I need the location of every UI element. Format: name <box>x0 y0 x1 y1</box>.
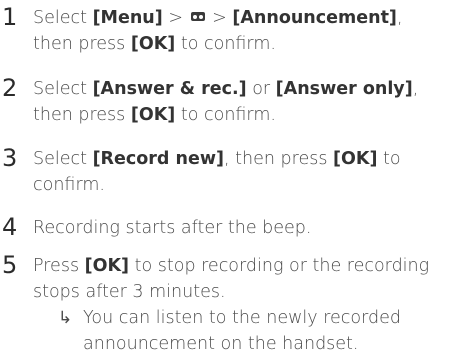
step-number: 3 <box>2 144 18 172</box>
step-text-segment: to confirm. <box>175 34 276 54</box>
step-text-segment: , then press <box>224 149 334 169</box>
separator: > <box>162 8 189 28</box>
announcement-keyword: [Announcement] <box>232 8 397 28</box>
ok-keyword: [OK] <box>84 256 130 276</box>
step-text-segment: Select <box>33 8 93 28</box>
ok-keyword: [OK] <box>130 34 176 54</box>
step-text-segment: to confirm. <box>175 105 276 125</box>
separator: > <box>206 8 233 28</box>
step-text: Press [OK] to stop recording or the reco… <box>33 253 447 305</box>
step-text: Recording starts after the beep. <box>33 218 312 238</box>
step-number: 5 <box>2 251 18 279</box>
record-new-keyword: [Record new] <box>92 149 225 169</box>
answer-rec-keyword: [Answer & rec.] <box>92 79 247 99</box>
step-text-segment: Press <box>33 256 85 276</box>
menu-keyword: [Menu] <box>92 8 163 28</box>
result-text: You can listen to the newly recorded ann… <box>83 308 401 354</box>
step-text-segment: Select <box>33 79 93 99</box>
step-text-segment: or <box>246 79 276 99</box>
ok-keyword: [OK] <box>130 105 176 125</box>
result-arrow-icon: ↳ <box>58 308 73 328</box>
step-text: Select [Answer & rec.] or [Answer only],… <box>33 76 447 128</box>
step-text-segment: Select <box>33 149 93 169</box>
ok-keyword: [OK] <box>333 149 378 169</box>
step-number: 4 <box>2 213 18 241</box>
step-text: Select [Record new], then press [OK] to … <box>33 146 447 198</box>
step-number: 2 <box>2 74 18 102</box>
tape-icon <box>190 12 205 21</box>
step-number: 1 <box>2 3 18 31</box>
step-text: Select [Menu] > > [Announcement], then p… <box>33 5 447 57</box>
answer-only-keyword: [Answer only] <box>275 79 413 99</box>
